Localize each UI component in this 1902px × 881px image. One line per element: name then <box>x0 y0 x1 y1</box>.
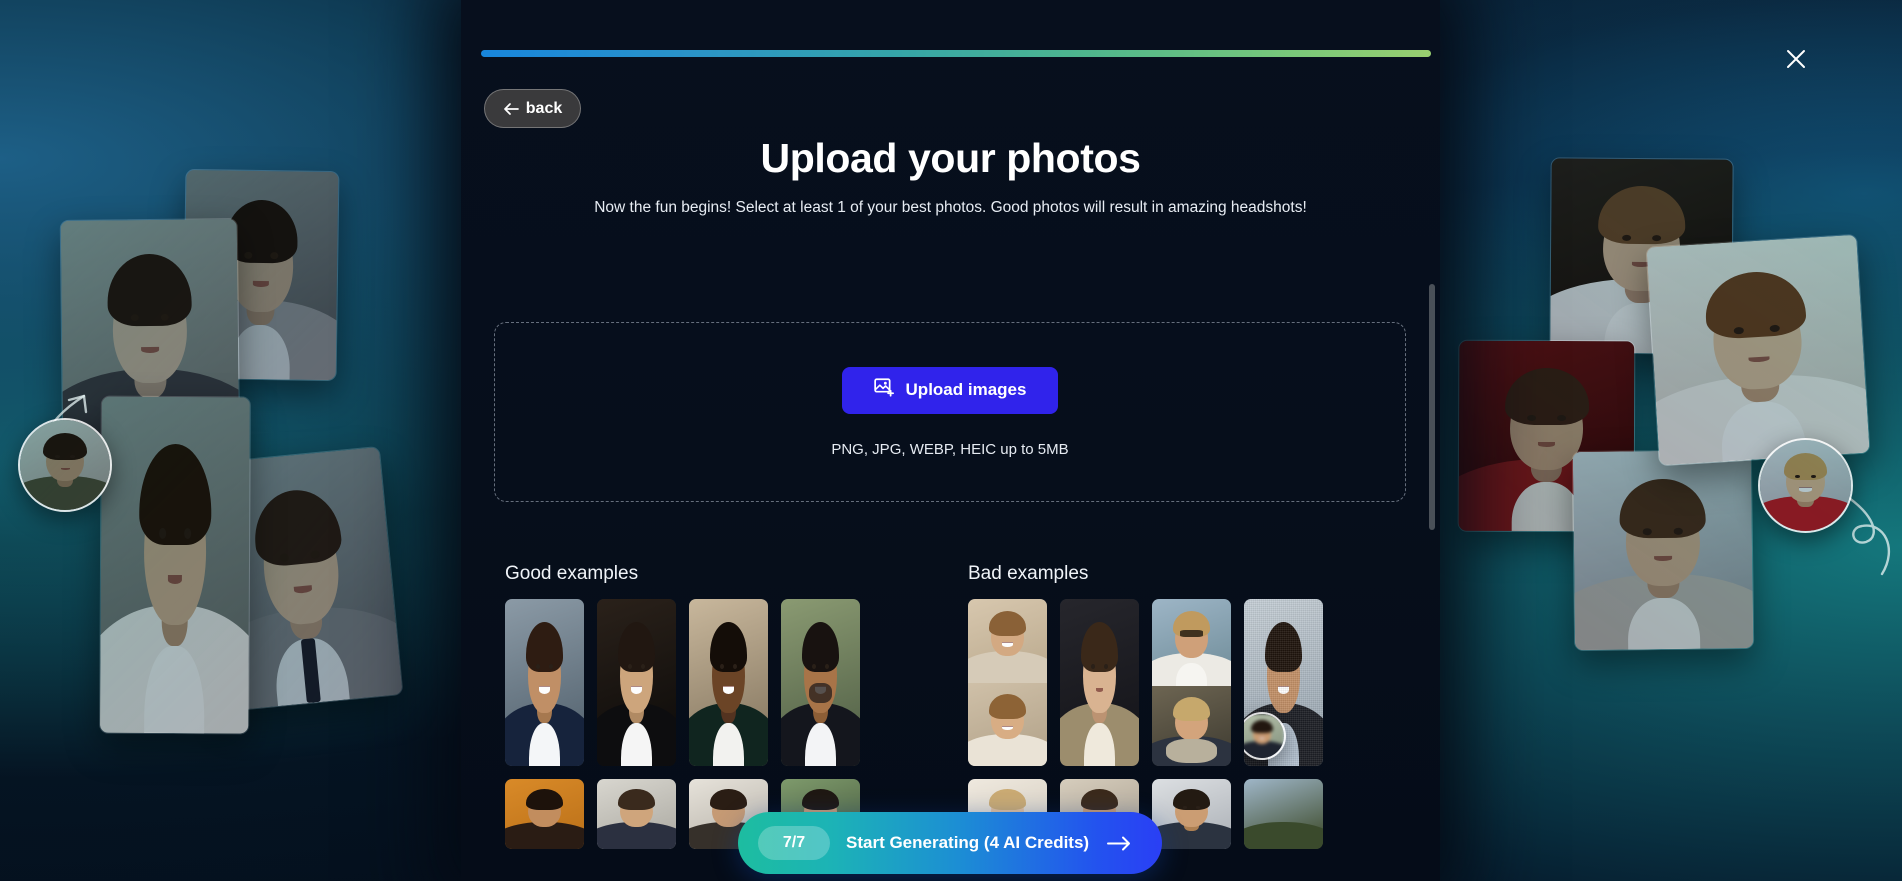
example-thumbnail[interactable] <box>1060 599 1139 766</box>
right-decorative-collage <box>1440 140 1902 760</box>
portrait-illustration <box>597 599 676 766</box>
page-subtitle: Now the fun begins! Select at least 1 of… <box>594 199 1307 216</box>
portrait-illustration <box>1244 714 1284 758</box>
upload-images-button-label: Upload images <box>905 380 1027 399</box>
bad-examples-grid-row1 <box>968 599 1398 766</box>
portrait-illustration <box>781 599 860 766</box>
bad-examples-section: Bad examples <box>968 563 1398 849</box>
decor-avatar-bubble <box>1244 712 1286 760</box>
arrow-left-icon <box>503 102 519 116</box>
good-examples-heading: Good examples <box>505 563 639 584</box>
portrait-illustration <box>1152 779 1231 849</box>
portrait-illustration <box>505 599 584 766</box>
start-generating-label: Start Generating (4 AI Credits) <box>846 833 1090 852</box>
bad-examples-heading: Bad examples <box>968 563 1089 584</box>
example-thumbnail[interactable] <box>505 599 584 766</box>
example-thumbnail[interactable] <box>1244 599 1323 766</box>
portrait-illustration <box>968 682 1047 766</box>
start-generating-button[interactable]: 7/7 Start Generating (4 AI Credits) <box>738 812 1162 874</box>
example-thumbnail[interactable] <box>968 599 1047 766</box>
example-thumbnail[interactable] <box>1152 599 1231 766</box>
arrow-right-icon <box>1107 836 1131 851</box>
selected-count-badge: 7/7 <box>758 826 830 860</box>
page-title: Upload your photos <box>760 135 1141 181</box>
decor-avatar-bubble <box>1758 438 1853 533</box>
example-thumbnail[interactable] <box>1244 779 1323 849</box>
back-button-label: back <box>525 99 563 117</box>
vertical-scrollbar[interactable] <box>1429 284 1435 530</box>
portrait-illustration <box>597 779 676 849</box>
close-button[interactable] <box>1781 44 1811 74</box>
progress-bar-fill <box>481 50 1431 57</box>
close-icon <box>1787 50 1805 68</box>
example-thumbnail[interactable] <box>781 599 860 766</box>
upload-images-button[interactable]: Upload images <box>842 366 1058 414</box>
example-thumbnail[interactable] <box>597 779 676 849</box>
portrait-illustration <box>1060 599 1139 766</box>
decor-photo-card <box>1645 233 1871 467</box>
back-button[interactable]: back <box>484 89 581 128</box>
upload-dropzone[interactable]: Upload images PNG, JPG, WEBP, HEIC up to… <box>494 322 1406 502</box>
good-examples-section: Good examples <box>505 563 935 849</box>
portrait-illustration <box>1152 685 1231 766</box>
portrait-illustration <box>1244 779 1323 849</box>
left-decorative-collage <box>0 160 470 735</box>
portrait-illustration <box>689 599 768 766</box>
example-thumbnail[interactable] <box>689 599 768 766</box>
decor-photo-card <box>1571 448 1755 652</box>
portrait-illustration <box>20 420 110 510</box>
dropzone-hint-text: PNG, JPG, WEBP, HEIC up to 5MB <box>831 440 1069 458</box>
portrait-illustration <box>99 396 251 735</box>
portrait-illustration <box>1571 449 1755 652</box>
image-add-icon <box>873 377 895 403</box>
portrait-illustration <box>968 599 1047 690</box>
portrait-illustration <box>1645 234 1871 467</box>
progress-bar-track <box>481 50 1431 57</box>
example-thumbnail[interactable] <box>1152 779 1231 849</box>
portrait-illustration <box>1760 440 1851 531</box>
portrait-illustration <box>505 779 584 849</box>
portrait-illustration <box>1152 599 1231 693</box>
example-thumbnail[interactable] <box>505 779 584 849</box>
good-examples-grid-row1 <box>505 599 935 766</box>
decor-photo-card <box>99 395 251 735</box>
decor-avatar-bubble <box>18 418 112 512</box>
example-thumbnail[interactable] <box>597 599 676 766</box>
upload-photos-screen: back Upload your photos Now the fun begi… <box>0 0 1902 881</box>
